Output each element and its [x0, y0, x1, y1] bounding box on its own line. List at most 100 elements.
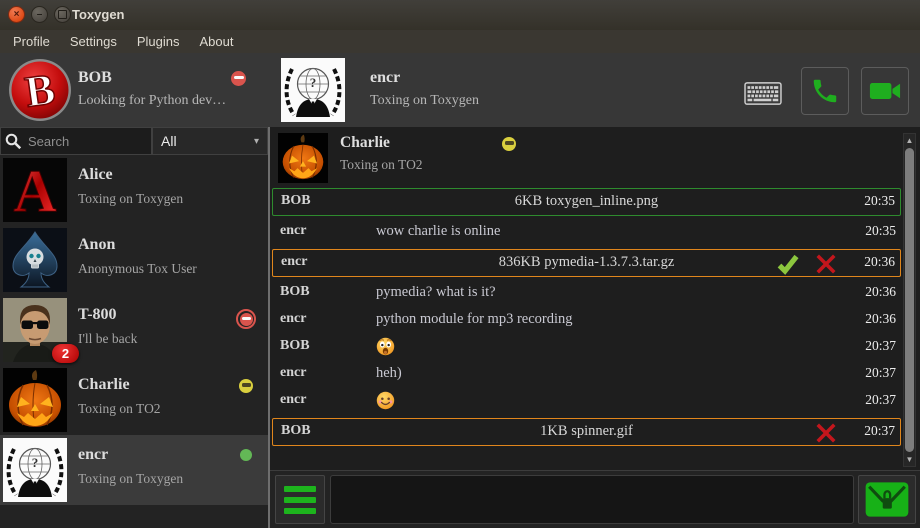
message-time: 20:35 — [864, 193, 895, 209]
message-sender: encr — [280, 311, 306, 327]
contact-state — [234, 309, 258, 329]
top-panel: BOB Looking for Python dev… encr Toxing … — [0, 53, 920, 127]
keyboard-icon[interactable] — [743, 80, 783, 107]
contact-item-anon[interactable]: Anon Anonymous Tox User — [0, 225, 268, 295]
contact-list: Alice Toxing on Toxygen Anon Anonymous T… — [0, 155, 268, 528]
chat-area: Charlie Toxing on TO2 6KB toxygen_inline… — [270, 127, 920, 528]
contact-item-encr[interactable]: encr Toxing on Toxygen — [0, 435, 268, 505]
contact-status-message: I'll be back — [78, 331, 137, 347]
cross-icon — [814, 421, 838, 445]
self-name[interactable]: BOB — [78, 69, 112, 87]
cross-icon — [814, 252, 838, 276]
chat-contact-header: Charlie Toxing on TO2 — [272, 133, 900, 185]
chat-contact-avatar — [278, 133, 328, 183]
message-time: 20:36 — [865, 284, 896, 300]
toxygen-window: × – Toxygen ProfileSettingsPluginsAbout … — [0, 0, 920, 528]
message-sender: encr — [280, 365, 306, 381]
message-sender: encr — [280, 223, 306, 239]
scrollbar[interactable]: ▲ ▼ — [903, 133, 916, 467]
file-transfer-row[interactable]: 6KB toxygen_inline.png BOB 20:35 — [272, 188, 901, 216]
titlebar: × – Toxygen — [0, 0, 920, 30]
away-status-icon — [502, 137, 516, 151]
message-time: 20:37 — [865, 392, 896, 408]
message-row: BOB pymedia? what is it? 20:36 — [272, 280, 901, 307]
online-status-icon — [240, 449, 252, 461]
message-time: 20:37 — [864, 423, 895, 439]
active-friend-name: encr — [370, 69, 400, 87]
contact-status-message: Toxing on TO2 — [78, 401, 161, 417]
window-title: Toxygen — [72, 7, 125, 22]
contact-name: Anon — [78, 236, 115, 254]
message-sender: BOB — [280, 338, 310, 354]
file-transfer-actions — [814, 421, 838, 445]
file-transfer-row[interactable]: 1KB spinner.gif BOB 20:37 — [272, 418, 901, 446]
contact-state — [234, 449, 258, 461]
audio-call-button[interactable] — [801, 67, 849, 115]
message-row: encr 20:37 — [272, 388, 901, 415]
message-time: 20:37 — [865, 365, 896, 381]
menu-profile[interactable]: Profile — [3, 31, 60, 52]
contact-avatar — [3, 158, 67, 222]
contact-avatar — [3, 368, 67, 432]
contact-filter-dropdown[interactable]: All ▾ — [152, 127, 268, 155]
contact-item-alice[interactable]: Alice Toxing on Toxygen — [0, 155, 268, 225]
self-status-message[interactable]: Looking for Python dev… — [78, 93, 226, 109]
file-transfer-row[interactable]: 836KB pymedia-1.3.7.3.tar.gz encr 20:36 — [272, 249, 901, 277]
smileys-menu-button[interactable] — [275, 475, 325, 524]
hamburger-icon — [284, 486, 316, 492]
decline-file-button[interactable] — [814, 252, 838, 276]
menu-settings[interactable]: Settings — [60, 31, 127, 52]
send-lock-icon — [864, 481, 910, 518]
message-input[interactable] — [330, 475, 854, 524]
contact-status-message: Anonymous Tox User — [78, 261, 197, 277]
send-button[interactable] — [858, 475, 916, 524]
search-box — [0, 127, 152, 155]
contact-name: encr — [78, 446, 108, 464]
contact-state — [234, 379, 258, 393]
busy-ring-status-icon — [236, 309, 256, 329]
video-call-button[interactable] — [861, 67, 909, 115]
contact-status-message: Toxing on Toxygen — [78, 191, 183, 207]
message-time: 20:35 — [865, 223, 896, 239]
busy-status-icon[interactable] — [231, 71, 246, 86]
accept-file-button[interactable] — [776, 252, 800, 276]
message-time: 20:36 — [865, 311, 896, 327]
search-icon — [4, 132, 23, 151]
close-button[interactable]: × — [8, 6, 25, 23]
message-time: 20:36 — [864, 254, 895, 270]
chevron-down-icon: ▾ — [254, 136, 259, 147]
scroll-up-arrow[interactable]: ▲ — [904, 134, 915, 147]
message-sender: BOB — [281, 423, 311, 439]
contact-name: Alice — [78, 166, 113, 184]
message-text: pymedia? what is it? — [376, 284, 496, 301]
message-sender: BOB — [280, 284, 310, 300]
message-row: encr wow charlie is online 20:35 — [272, 219, 901, 246]
menu-bar: ProfileSettingsPluginsAbout — [0, 30, 920, 53]
scrollbar-thumb[interactable] — [905, 148, 914, 452]
menu-about[interactable]: About — [189, 31, 243, 52]
contact-item-charlie[interactable]: Charlie Toxing on TO2 — [0, 365, 268, 435]
contact-status-message: Toxing on Toxygen — [78, 471, 183, 487]
maximize-button[interactable] — [54, 6, 71, 23]
phone-icon — [810, 76, 840, 106]
message-row: encr python module for mp3 recording 20:… — [272, 307, 901, 334]
menu-plugins[interactable]: Plugins — [127, 31, 190, 52]
contact-item-t-800[interactable]: T-800 I'll be back 2 — [0, 295, 268, 365]
filter-bar: All ▾ — [0, 127, 268, 155]
message-text: wow charlie is online — [376, 223, 500, 240]
check-icon — [776, 252, 800, 276]
message-text: heh) — [376, 365, 402, 382]
decline-file-button[interactable] — [814, 421, 838, 445]
minimize-button[interactable]: – — [31, 6, 48, 23]
message-sender: BOB — [281, 193, 311, 209]
video-camera-icon — [869, 75, 901, 107]
self-avatar[interactable] — [8, 58, 72, 122]
file-transfer-name: 6KB toxygen_inline.png — [273, 193, 900, 210]
chat-contact-status-message: Toxing on TO2 — [340, 157, 423, 173]
message-sender: encr — [280, 392, 306, 408]
message-text: python module for mp3 recording — [376, 311, 573, 328]
search-input[interactable] — [26, 133, 148, 150]
active-friend-status-message: Toxing on Toxygen — [370, 93, 479, 109]
filter-value: All — [161, 133, 177, 149]
scroll-down-arrow[interactable]: ▼ — [904, 453, 915, 466]
